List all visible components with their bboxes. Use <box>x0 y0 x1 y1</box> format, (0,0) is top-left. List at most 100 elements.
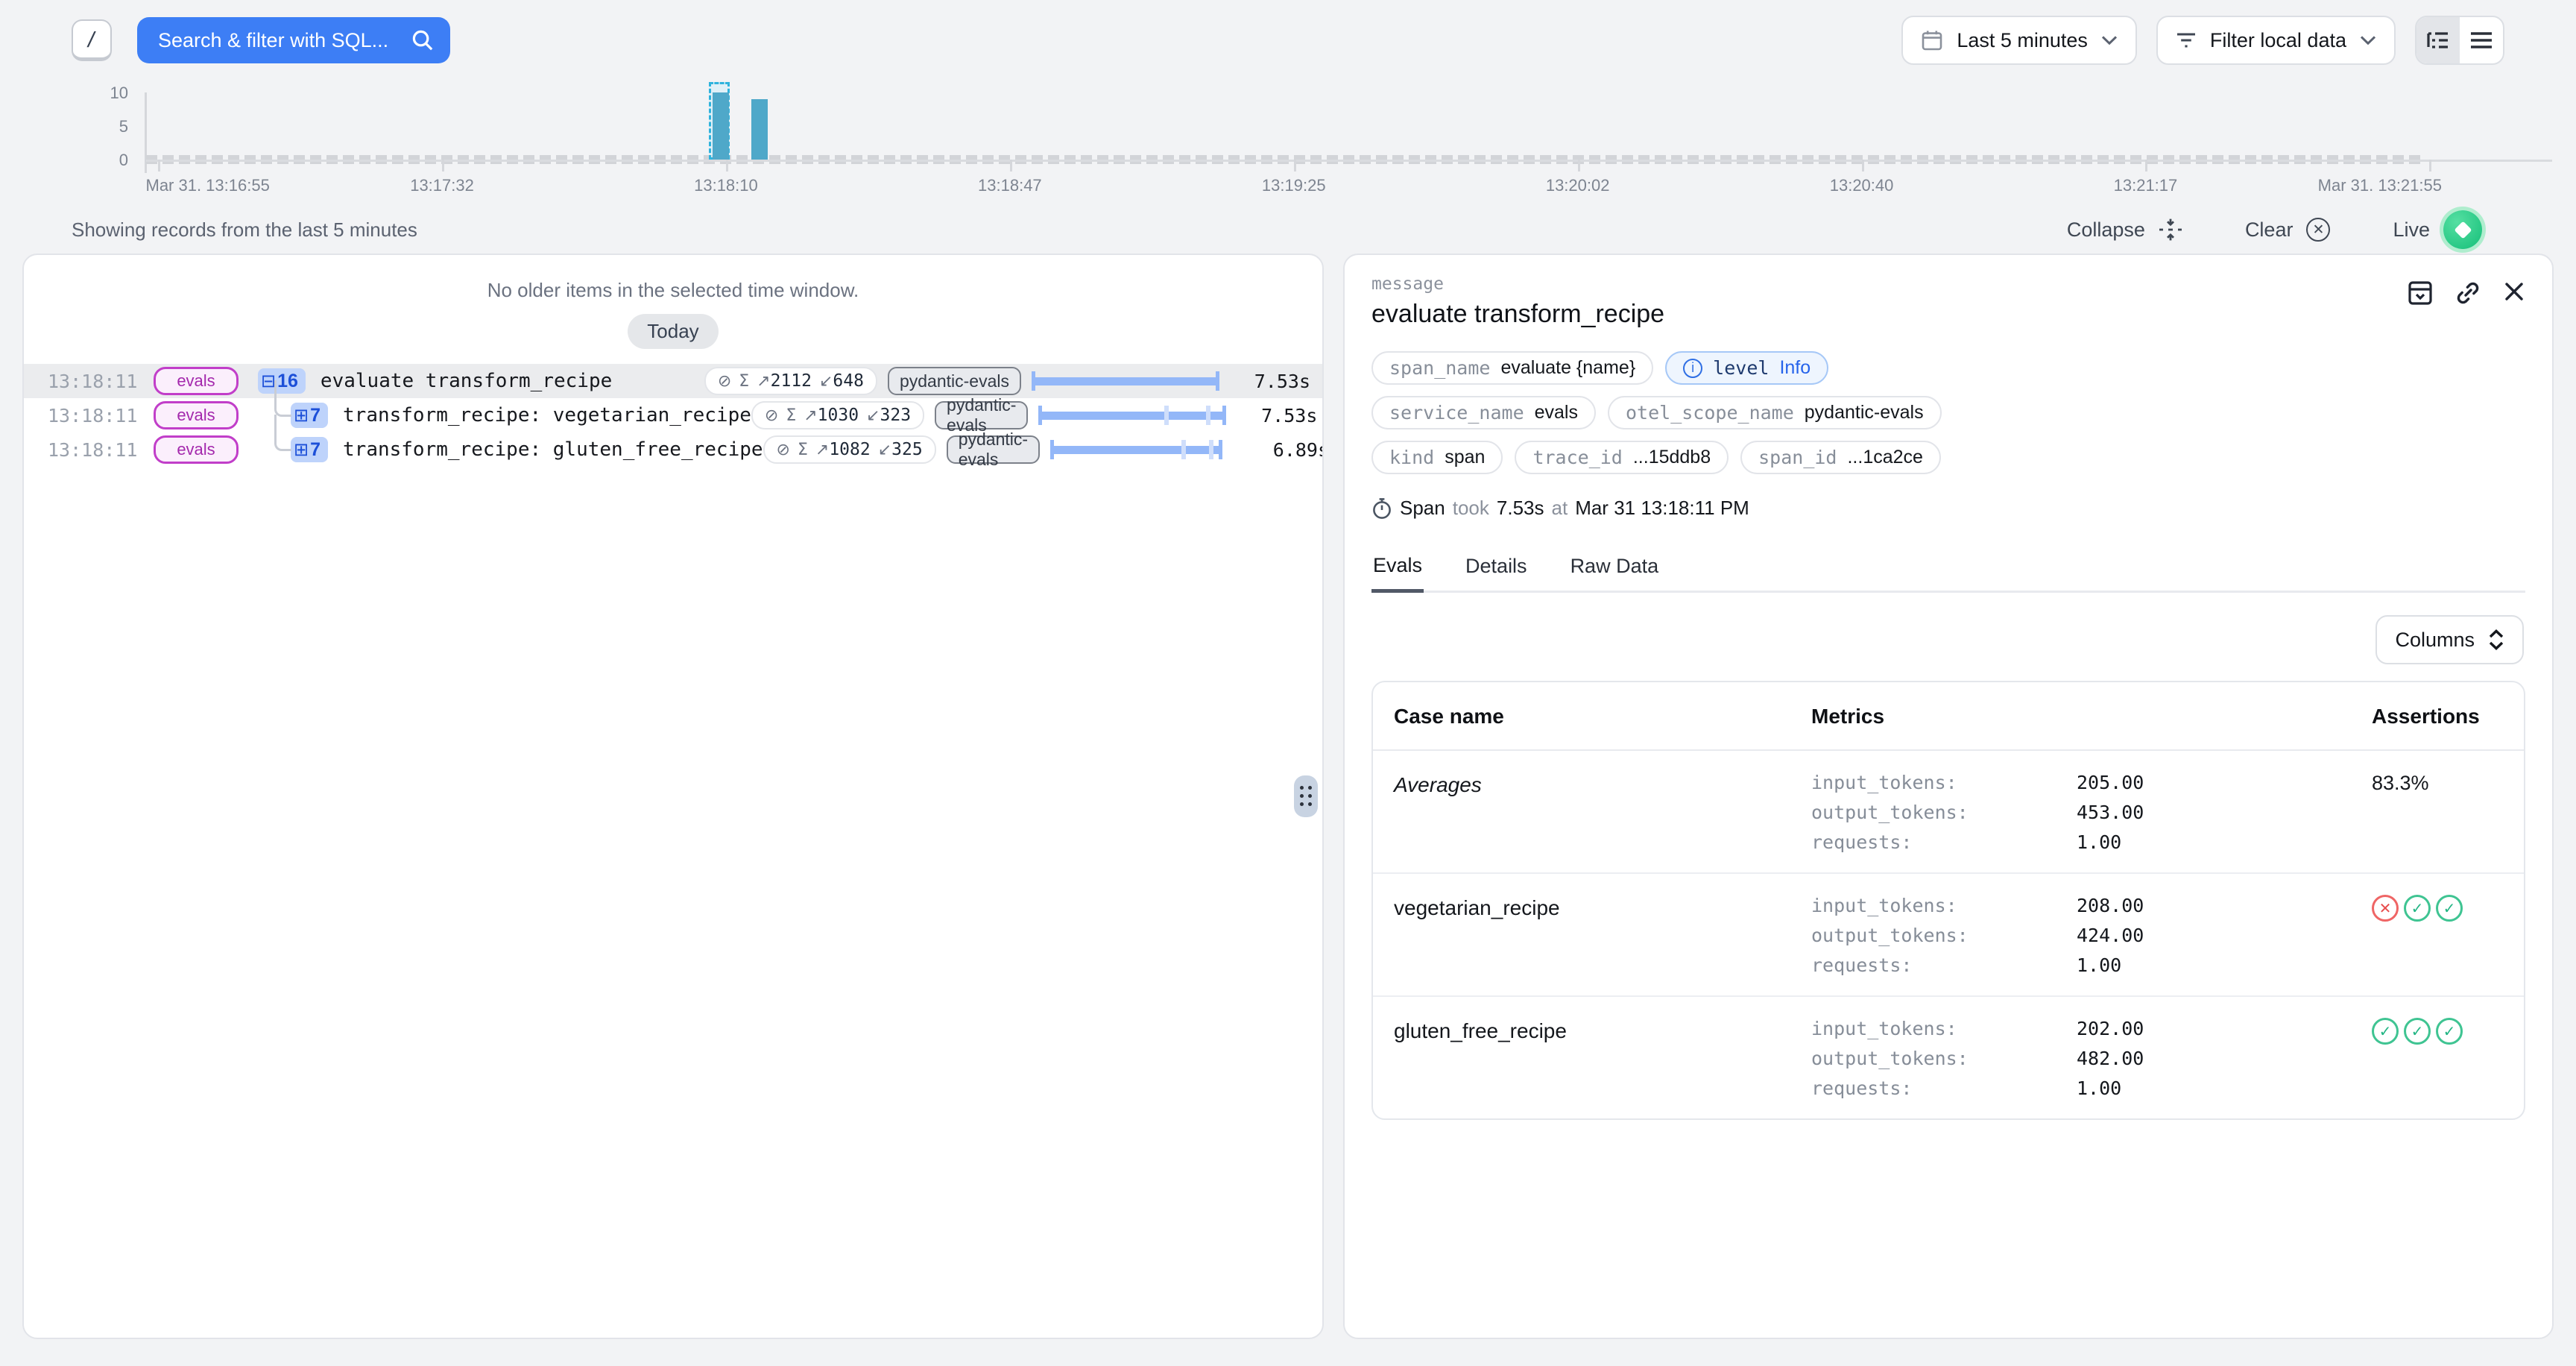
dock-panel-button[interactable] <box>2408 280 2433 306</box>
trace-row[interactable]: 13:18:11 evals ⊟ 16 evaluate transform_r… <box>24 364 1322 398</box>
attribute-tag-trace-id[interactable]: trace_id ...15ddb8 <box>1515 441 1729 474</box>
slash-shortcut-key: / <box>72 19 112 61</box>
tab-raw-data[interactable]: Raw Data <box>1569 545 1661 591</box>
row-timestamp: 13:18:11 <box>48 439 140 461</box>
filter-local-data-button[interactable]: Filter local data <box>2156 16 2396 65</box>
children-count: 7 <box>310 405 321 427</box>
clear-button[interactable]: Clear ✕ <box>2236 216 2340 243</box>
span-name: evaluate transform_recipe <box>321 370 612 392</box>
row-timestamp: 13:18:11 <box>48 371 140 392</box>
output-tokens-count: 648 <box>833 371 864 391</box>
otel-scope-tag[interactable]: pydantic-evals <box>947 435 1040 464</box>
search-icon <box>411 29 434 51</box>
expand-children-badge[interactable]: ⊞ 7 <box>291 403 328 428</box>
panel-resize-handle[interactable] <box>1294 775 1318 817</box>
assertion-fail-icon: ✕ <box>2372 895 2399 922</box>
duration-bar <box>1032 370 1219 392</box>
main-content: No older items in the selected time wind… <box>0 254 2576 1339</box>
tree-view-button[interactable] <box>2416 17 2460 63</box>
span-detail-title: evaluate transform_recipe <box>1371 300 1664 329</box>
trace-row[interactable]: 13:18:11 evals ⊞ 7 transform_recipe: veg… <box>24 398 1322 432</box>
topbar: / Search & filter with SQL... Last 5 min… <box>0 0 2576 81</box>
collapse-button[interactable]: Collapse <box>2058 216 2191 243</box>
date-chip-today[interactable]: Today <box>628 314 718 349</box>
assertion-pass-icon: ✓ <box>2436 895 2463 922</box>
chart-baseline <box>146 160 2552 162</box>
assertion-pass-icon: ✓ <box>2404 895 2431 922</box>
filter-icon <box>2176 31 2197 50</box>
copy-link-button[interactable] <box>2455 280 2481 306</box>
record-kind-label: message <box>1371 274 1664 294</box>
view-toggle <box>2415 16 2504 65</box>
attribute-tag-span-name[interactable]: span_name evaluate {name} <box>1371 351 1653 385</box>
col-case-name: Case name <box>1394 705 1811 728</box>
input-tokens-count: 1030 <box>818 406 859 425</box>
tab-details[interactable]: Details <box>1464 545 1529 591</box>
row-timestamp: 13:18:11 <box>48 405 140 427</box>
span-duration-line: Span took 7.53s at Mar 31 13:18:11 PM <box>1371 497 2525 520</box>
filter-label: Filter local data <box>2210 29 2346 52</box>
span-name: transform_recipe: gluten_free_recipe <box>343 438 763 461</box>
tokens-icon: ⊘ <box>765 406 778 425</box>
flat-list-view-button[interactable] <box>2460 17 2503 63</box>
expand-box-icon: ⊞ <box>294 405 309 426</box>
clear-button-label: Clear <box>2245 218 2294 242</box>
detail-tabs: Evals Details Raw Data <box>1371 545 2525 593</box>
chart-x-axis: Mar 31. 13:16:5513:17:3213:18:1013:18:47… <box>146 176 2552 197</box>
col-metrics: Metrics <box>1811 705 2372 728</box>
tokens-icon: ⊘ <box>718 372 731 391</box>
input-tokens-count: 1082 <box>829 440 870 459</box>
otel-scope-tag[interactable]: pydantic-evals <box>888 367 1021 395</box>
time-range-label: Last 5 minutes <box>1957 29 2088 52</box>
otel-scope-tag[interactable]: pydantic-evals <box>935 401 1028 429</box>
token-stats-pill[interactable]: ⊘ Σ ↗1030 ↙323 <box>751 401 924 429</box>
table-row-vegetarian-recipe[interactable]: vegetarian_recipe input_tokens:208.00 ou… <box>1373 874 2524 997</box>
attribute-tag-kind[interactable]: kind span <box>1371 441 1503 474</box>
output-tokens-count: 323 <box>880 406 912 425</box>
no-older-items-notice: No older items in the selected time wind… <box>24 279 1322 302</box>
case-name: vegetarian_recipe <box>1394 895 1811 920</box>
stopwatch-icon <box>1371 497 1392 520</box>
row-tag-evals[interactable]: evals <box>154 367 239 395</box>
duration-label: 6.89s <box>1248 439 1324 461</box>
attribute-tag-service-name[interactable]: service_name evals <box>1371 396 1596 429</box>
chevron-down-icon <box>2101 35 2118 45</box>
tree-view-icon <box>2427 31 2449 50</box>
children-count: 7 <box>310 439 321 461</box>
collapse-button-label: Collapse <box>2067 218 2145 242</box>
dock-panel-icon <box>2408 280 2433 306</box>
token-stats-pill[interactable]: ⊘ Σ ↗2112 ↙648 <box>704 367 877 395</box>
chevron-down-icon <box>2360 35 2376 45</box>
col-assertions: Assertions <box>2372 705 2503 728</box>
search-button[interactable]: Search & filter with SQL... <box>137 17 450 63</box>
sum-icon: Σ <box>786 406 796 425</box>
close-icon <box>2503 280 2525 306</box>
row-tag-evals[interactable]: evals <box>154 435 239 464</box>
calendar-icon <box>1921 29 1943 51</box>
token-stats-pill[interactable]: ⊘ Σ ↗1082 ↙325 <box>763 435 936 464</box>
table-row-gluten-free-recipe[interactable]: gluten_free_recipe input_tokens:202.00 o… <box>1373 997 2524 1118</box>
assertion-result-icons: ✓✓✓ <box>2372 1018 2503 1045</box>
time-range-button[interactable]: Last 5 minutes <box>1901 16 2137 65</box>
live-toggle-button[interactable]: Live <box>2384 209 2491 251</box>
input-tokens-count: 2112 <box>771 371 812 391</box>
timeline-chart[interactable]: 1050 Mar 31. 13:16:5513:17:3213:18:1013:… <box>0 81 2576 206</box>
span-name: transform_recipe: vegetarian_recipe <box>343 404 751 427</box>
columns-button[interactable]: Columns <box>2375 615 2524 664</box>
arrow-up-right-icon: ↗ <box>804 406 817 425</box>
sum-icon: Σ <box>739 372 749 391</box>
attribute-tag-span-id[interactable]: span_id ...1ca2ce <box>1740 441 1941 474</box>
arrow-down-left-icon: ↙ <box>819 372 833 391</box>
expand-box-icon: ⊞ <box>294 439 309 460</box>
row-tag-evals[interactable]: evals <box>154 401 239 429</box>
close-panel-button[interactable] <box>2503 280 2525 306</box>
tab-evals[interactable]: Evals <box>1371 545 1424 593</box>
attribute-tag-otel-scope-name[interactable]: otel_scope_name pydantic-evals <box>1608 396 1942 429</box>
trace-row[interactable]: 13:18:11 evals ⊞ 7 transform_recipe: glu… <box>24 432 1322 467</box>
table-row-averages[interactable]: Averages input_tokens:205.00 output_toke… <box>1373 751 2524 874</box>
assertion-pass-icon: ✓ <box>2404 1018 2431 1045</box>
expand-children-badge[interactable]: ⊞ 7 <box>291 437 328 462</box>
list-icon <box>2471 31 2492 49</box>
attribute-tag-level[interactable]: i level Info <box>1665 351 1828 385</box>
evals-table-header: Case name Metrics Assertions <box>1373 682 2524 751</box>
